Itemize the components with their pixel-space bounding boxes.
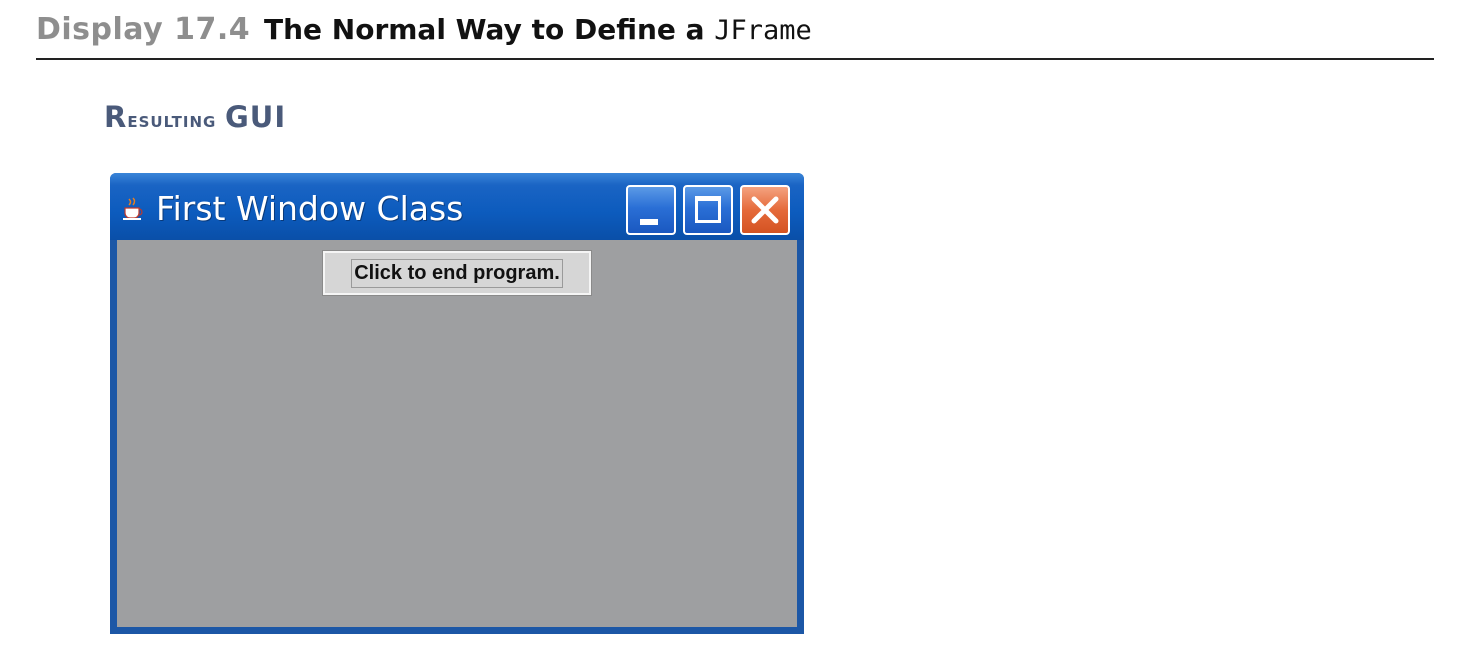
- section-heading-gui: GUI: [225, 100, 287, 134]
- maximize-icon: [695, 196, 721, 223]
- end-program-button-label: Click to end program.: [351, 258, 563, 288]
- jframe-window: First Window Class Click to end program.: [110, 173, 804, 634]
- display-title-text: The Normal Way to Define a: [264, 13, 715, 46]
- minimize-button[interactable]: [626, 185, 676, 235]
- java-cup-icon[interactable]: [120, 195, 146, 221]
- window-title: First Window Class: [156, 189, 464, 228]
- close-button[interactable]: [740, 185, 790, 235]
- window-titlebar[interactable]: First Window Class: [110, 173, 804, 240]
- section-heading: Resulting GUI: [104, 100, 286, 134]
- section-heading-initial: R: [104, 100, 128, 134]
- end-program-button[interactable]: Click to end program.: [322, 250, 592, 296]
- display-title-code: JFrame: [714, 15, 812, 46]
- window-content-pane: Click to end program.: [117, 240, 797, 627]
- minimize-icon: [640, 219, 658, 225]
- display-title: The Normal Way to Define a JFrame: [264, 13, 812, 46]
- section-heading-rest: esulting: [127, 108, 225, 133]
- close-icon: [751, 196, 779, 224]
- display-header: Display 17.4 The Normal Way to Define a …: [36, 10, 1434, 60]
- maximize-button[interactable]: [683, 185, 733, 235]
- display-label: Display 17.4: [36, 12, 251, 47]
